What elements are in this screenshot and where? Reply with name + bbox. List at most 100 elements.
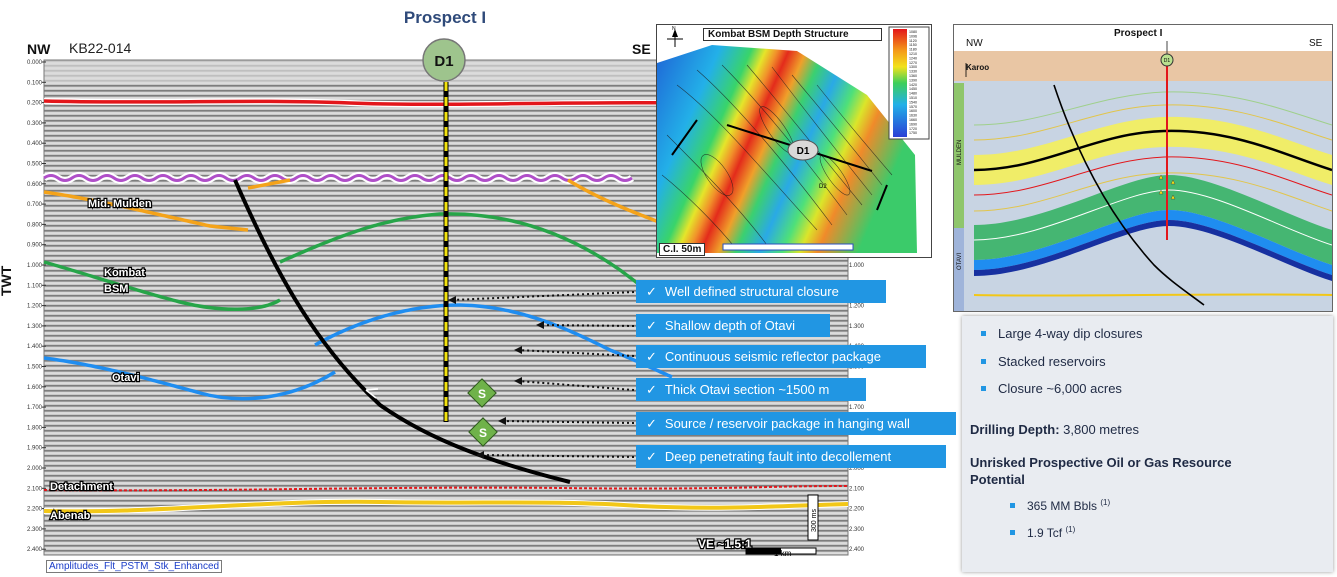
callout-deep-fault: ✓ Deep penetrating fault into decollement (636, 445, 946, 468)
map-legend-value: 1450 (909, 87, 917, 91)
karoo-layer (954, 51, 1332, 81)
map-legend-value: 1210 (909, 52, 917, 56)
left-tick-label: 1.600 (27, 385, 43, 391)
ve-label: VE ~1.5:1 (698, 537, 752, 551)
label-abenab: Abenab (50, 510, 91, 522)
cross-section-nw: NW (966, 38, 983, 49)
vertical-scale-label: 300 ms (811, 509, 818, 532)
left-tick-label: 0.900 (27, 243, 43, 249)
mulden-label: MULDEN (957, 140, 963, 165)
callout-source-reservoir: ✓ Source / reservoir package in hanging w… (636, 412, 956, 435)
line-name: KB22-014 (69, 40, 132, 56)
map-legend-value: 1600 (909, 109, 917, 113)
left-tick-label: 1.700 (27, 405, 43, 411)
right-tick-label: 1.000 (849, 263, 865, 269)
map-legend-value: 1180 (909, 48, 917, 52)
map-legend-value: 1270 (909, 61, 917, 65)
svg-text:S: S (478, 387, 486, 401)
map-legend-value: 1080 (909, 30, 917, 34)
cross-section-title: Prospect I (1114, 28, 1163, 39)
map-legend-value: 1330 (909, 70, 917, 74)
map-scale-bar (722, 243, 854, 251)
right-tick-label: 2.100 (849, 486, 865, 492)
map-legend-value: 1690 (909, 122, 917, 126)
bullet-closure-acres: Closure ~6,000 acres (981, 381, 1122, 396)
right-tick-label: 1.700 (849, 405, 865, 411)
label-kombat: Kombat (104, 267, 145, 279)
callout-continuous-reflector: ✓ Continuous seismic reflector package (636, 345, 926, 368)
twt-axis-label: TWT (0, 265, 14, 296)
left-twt-axis: 0.000 0.100 0.200 0.300 0.400 0.500 0.600 0.700… (27, 60, 46, 553)
left-tick-label: 1.300 (27, 324, 43, 330)
left-tick-label: 2.200 (27, 507, 43, 513)
callout-thick-otavi: ✓ Thick Otavi section ~1500 m (636, 378, 866, 401)
left-tick-label: 2.300 (27, 527, 43, 533)
left-tick-label: 2.400 (27, 547, 43, 553)
left-tick-label: 2.000 (27, 466, 43, 472)
map-surface (657, 45, 917, 253)
left-tick-label: 1.400 (27, 344, 43, 350)
left-tick-label: 0.500 (27, 162, 43, 168)
map-legend-value: 1510 (909, 96, 917, 100)
se-label: SE (632, 41, 651, 57)
section-title: Prospect I (403, 8, 487, 27)
summary-panel: Large 4-way dip closures Stacked reservo… (962, 316, 1333, 572)
otavi-label: OTAVI (957, 253, 963, 270)
svg-text:S: S (479, 426, 487, 440)
horizontal-scale-label: 1 km (774, 549, 792, 558)
drilling-depth: Drilling Depth: 3,800 metres (970, 422, 1140, 437)
map-legend-value: 1540 (909, 100, 917, 104)
right-twt-axis: 1.0001.1001.2001.3001.4001.5001.6001.700… (849, 263, 865, 553)
map-legend-value: 1660 (909, 118, 917, 122)
resource-oil: 365 MM Bbls (1) (1009, 498, 1111, 513)
map-well-d2-label: D2 (819, 184, 827, 190)
map-legend-value: 1300 (909, 65, 917, 69)
map-legend-value: 1150 (909, 43, 917, 47)
left-tick-label: 0.600 (27, 182, 43, 188)
right-tick-label: 2.300 (849, 527, 865, 533)
map-graphic: D1 D2 N 10801096112011501180121012401270… (657, 26, 930, 253)
karoo-label: Karoo (966, 63, 990, 72)
left-tick-label: 0.400 (27, 141, 43, 147)
label-otavi: Otavi (112, 372, 140, 384)
cross-section-graphic: MULDEN OTAVI D1 (954, 41, 1333, 311)
left-tick-label: 0.000 (27, 60, 43, 66)
bullet-reservoirs: Stacked reservoirs (981, 354, 1106, 369)
left-tick-label: 2.100 (27, 486, 43, 492)
right-tick-label: 1.200 (849, 304, 865, 310)
map-legend-value: 1750 (909, 131, 917, 135)
label-mid-mulden: Mid. Mulden (88, 198, 152, 210)
right-tick-label: 1.300 (849, 324, 865, 330)
svg-text:N: N (672, 26, 676, 32)
left-tick-label: 0.200 (27, 101, 43, 107)
map-legend-value: 1480 (909, 92, 917, 96)
right-tick-label: 2.200 (849, 507, 865, 513)
svg-text:D1: D1 (1164, 58, 1171, 64)
bullet-closures: Large 4-way dip closures (981, 326, 1143, 341)
label-bsm: BSM (104, 283, 128, 295)
map-legend-value: 1096 (909, 34, 917, 38)
left-tick-label: 0.800 (27, 222, 43, 228)
map-legend-value: 1120 (909, 39, 917, 43)
geological-cross-section: MULDEN OTAVI D1 Prospect I NW SE Karoo (953, 24, 1333, 312)
cross-section-se: SE (1309, 38, 1323, 49)
callout-shallow-otavi: ✓ Shallow depth of Otavi (636, 314, 830, 337)
north-arrow-icon: N (667, 26, 683, 47)
nw-label: NW (27, 41, 51, 57)
map-legend-value: 1390 (909, 78, 917, 82)
map-well-d1-label: D1 (797, 146, 810, 157)
map-legend-value: 1630 (909, 114, 917, 118)
map-legend-value: 1720 (909, 127, 917, 131)
map-legend-value: 1570 (909, 105, 917, 109)
left-tick-label: 1.500 (27, 365, 43, 371)
map-legend-value: 1420 (909, 83, 917, 87)
map-title: Kombat BSM Depth Structure (703, 28, 882, 41)
right-tick-label: 2.400 (849, 547, 865, 553)
left-tick-label: 0.300 (27, 121, 43, 127)
map-legend-value: 1240 (909, 56, 917, 60)
resource-heading: Unrisked Prospective Oil or Gas Resource… (970, 455, 1232, 487)
depth-structure-map: D1 D2 N 1080 1096 1120 1150 1180 1210 1240 1270… (656, 24, 932, 258)
left-tick-label: 1.900 (27, 446, 43, 452)
left-tick-label: 1.200 (27, 304, 43, 310)
label-detachment: Detachment (50, 481, 113, 493)
